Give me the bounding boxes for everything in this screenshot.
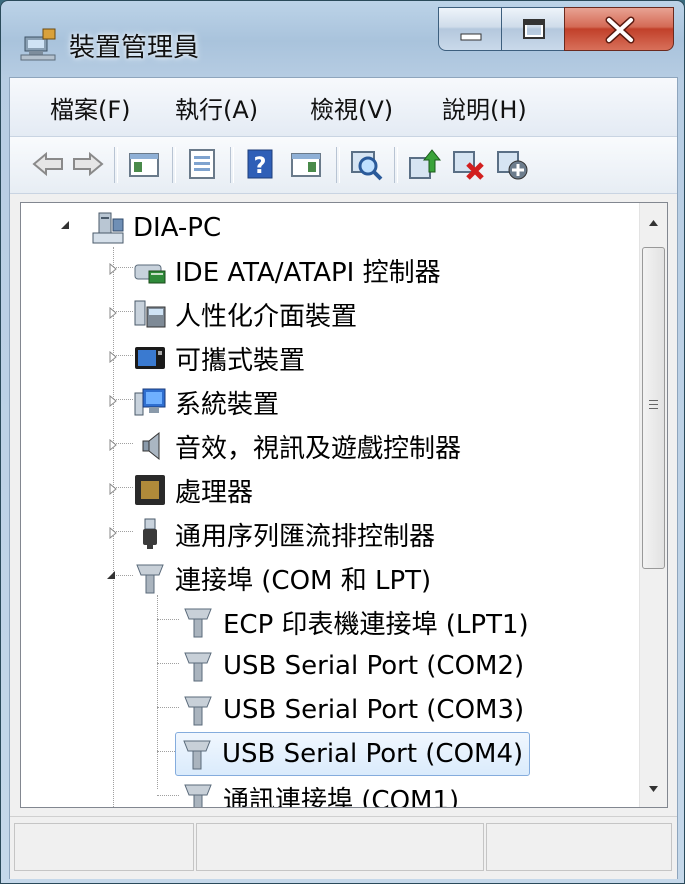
status-pane <box>14 823 194 871</box>
tree-category-audio[interactable]: 音效，視訊及遊戲控制器 <box>133 425 461 467</box>
close-icon <box>605 16 635 44</box>
tree-category-processor[interactable]: 處理器 <box>133 469 253 511</box>
minimize-button[interactable] <box>438 7 502 51</box>
help-icon[interactable]: ? <box>242 146 278 182</box>
expand-arrow-icon[interactable] <box>107 439 119 451</box>
update-driver-icon[interactable] <box>406 146 442 182</box>
device-manager-icon <box>20 28 56 61</box>
tree-category-system[interactable]: 系統裝置 <box>133 381 279 423</box>
expand-arrow-icon[interactable] <box>107 395 119 407</box>
computer-icon <box>92 212 124 244</box>
tree-guide-line <box>157 663 179 665</box>
expand-arrow-icon[interactable] <box>107 351 119 363</box>
tree-port-com1[interactable]: 通訊連接埠 (COM1) <box>181 777 459 807</box>
status-pane <box>196 823 484 871</box>
scrollbar-grip <box>649 404 658 405</box>
scroll-down-arrow-icon[interactable] <box>642 775 665 805</box>
speaker-icon <box>142 431 160 461</box>
properties-icon[interactable] <box>184 146 220 182</box>
device-tree[interactable]: DIA-PC IDE ATA/ATAPI 控制器 人性化介面裝置 可攜式裝置 系… <box>21 203 639 807</box>
toolbar-separator <box>394 147 398 183</box>
expand-arrow-icon[interactable] <box>107 263 119 275</box>
show-action-pane-icon[interactable] <box>288 146 324 182</box>
menu-action[interactable]: 執行(A) <box>175 90 258 125</box>
port-icon <box>184 652 212 682</box>
tree-port-com2[interactable]: USB Serial Port (COM2) <box>181 645 524 687</box>
menu-view[interactable]: 檢視(V) <box>310 90 393 125</box>
portable-device-icon <box>135 347 165 369</box>
toolbar-separator <box>114 147 118 183</box>
status-bar <box>10 816 677 879</box>
collapse-arrow-icon[interactable] <box>59 219 71 231</box>
port-icon <box>184 784 212 807</box>
status-pane <box>486 823 672 871</box>
tree-category-ports[interactable]: 連接埠 (COM 和 LPT) <box>133 557 431 599</box>
scroll-up-arrow-icon[interactable] <box>642 207 665 237</box>
svg-text:?: ? <box>254 154 267 179</box>
tree-category-portable[interactable]: 可攜式裝置 <box>133 337 305 379</box>
uninstall-device-icon[interactable] <box>450 146 486 182</box>
expand-arrow-icon[interactable] <box>107 483 119 495</box>
device-tree-frame: DIA-PC IDE ATA/ATAPI 控制器 人性化介面裝置 可攜式裝置 系… <box>20 202 668 808</box>
computer-name: DIA-PC <box>133 213 222 243</box>
usb-icon <box>143 518 157 549</box>
tree-category-ide[interactable]: IDE ATA/ATAPI 控制器 <box>133 249 441 291</box>
system-device-icon <box>134 388 166 416</box>
menu-help[interactable]: 說明(H) <box>442 90 527 125</box>
toolbar: ? <box>10 137 677 194</box>
scrollbar-thumb[interactable] <box>642 247 665 569</box>
ide-controller-icon <box>134 264 166 284</box>
scan-hardware-changes-icon[interactable] <box>348 146 384 182</box>
tree-guide-line <box>157 707 179 709</box>
back-arrow-icon[interactable] <box>30 146 66 182</box>
vertical-scrollbar[interactable] <box>639 203 667 807</box>
tree-port-com4-selected[interactable]: USB Serial Port (COM4) <box>175 732 531 776</box>
toolbar-separator <box>172 147 176 183</box>
tree-port-lpt1[interactable]: ECP 印表機連接埠 (LPT1) <box>181 601 529 643</box>
tree-root-computer[interactable]: DIA-PC <box>91 207 221 249</box>
device-manager-window: 裝置管理員 檔案(F) 執行(A) 檢視(V) 說明(H) ? DIA-PC I… <box>0 0 685 884</box>
menu-bar: 檔案(F) 執行(A) 檢視(V) 說明(H) <box>10 78 677 137</box>
disable-device-icon[interactable] <box>494 146 530 182</box>
hid-icon <box>134 300 166 328</box>
title-bar[interactable]: 裝置管理員 <box>1 1 684 77</box>
forward-arrow-icon[interactable] <box>70 146 106 182</box>
client-area: 檔案(F) 執行(A) 檢視(V) 說明(H) ? DIA-PC IDE ATA… <box>9 77 678 879</box>
tree-category-hid[interactable]: 人性化介面裝置 <box>133 293 357 335</box>
caption-buttons <box>438 7 674 55</box>
processor-icon <box>135 475 165 505</box>
toolbar-separator <box>336 147 340 183</box>
scrollbar-grip <box>649 400 658 401</box>
tree-port-com3[interactable]: USB Serial Port (COM3) <box>181 689 524 731</box>
collapse-arrow-icon[interactable] <box>105 569 117 581</box>
expand-arrow-icon[interactable] <box>107 307 119 319</box>
tree-guide-line <box>157 595 159 789</box>
tree-category-usb[interactable]: 通用序列匯流排控制器 <box>133 513 435 555</box>
tree-guide-line <box>157 619 179 621</box>
port-icon <box>184 608 212 638</box>
port-icon <box>184 696 212 726</box>
port-icon <box>136 564 164 594</box>
tree-guide-line <box>157 795 179 797</box>
port-icon <box>183 740 211 770</box>
expand-arrow-icon[interactable] <box>107 527 119 539</box>
toolbar-separator <box>230 147 234 183</box>
scrollbar-grip <box>649 408 658 409</box>
maximize-icon <box>523 19 545 39</box>
maximize-button[interactable] <box>501 7 565 51</box>
minimize-icon <box>460 33 482 41</box>
show-hide-console-tree-icon[interactable] <box>126 146 162 182</box>
menu-file[interactable]: 檔案(F) <box>50 90 131 125</box>
close-button[interactable] <box>564 7 674 51</box>
window-title: 裝置管理員 <box>69 33 200 63</box>
